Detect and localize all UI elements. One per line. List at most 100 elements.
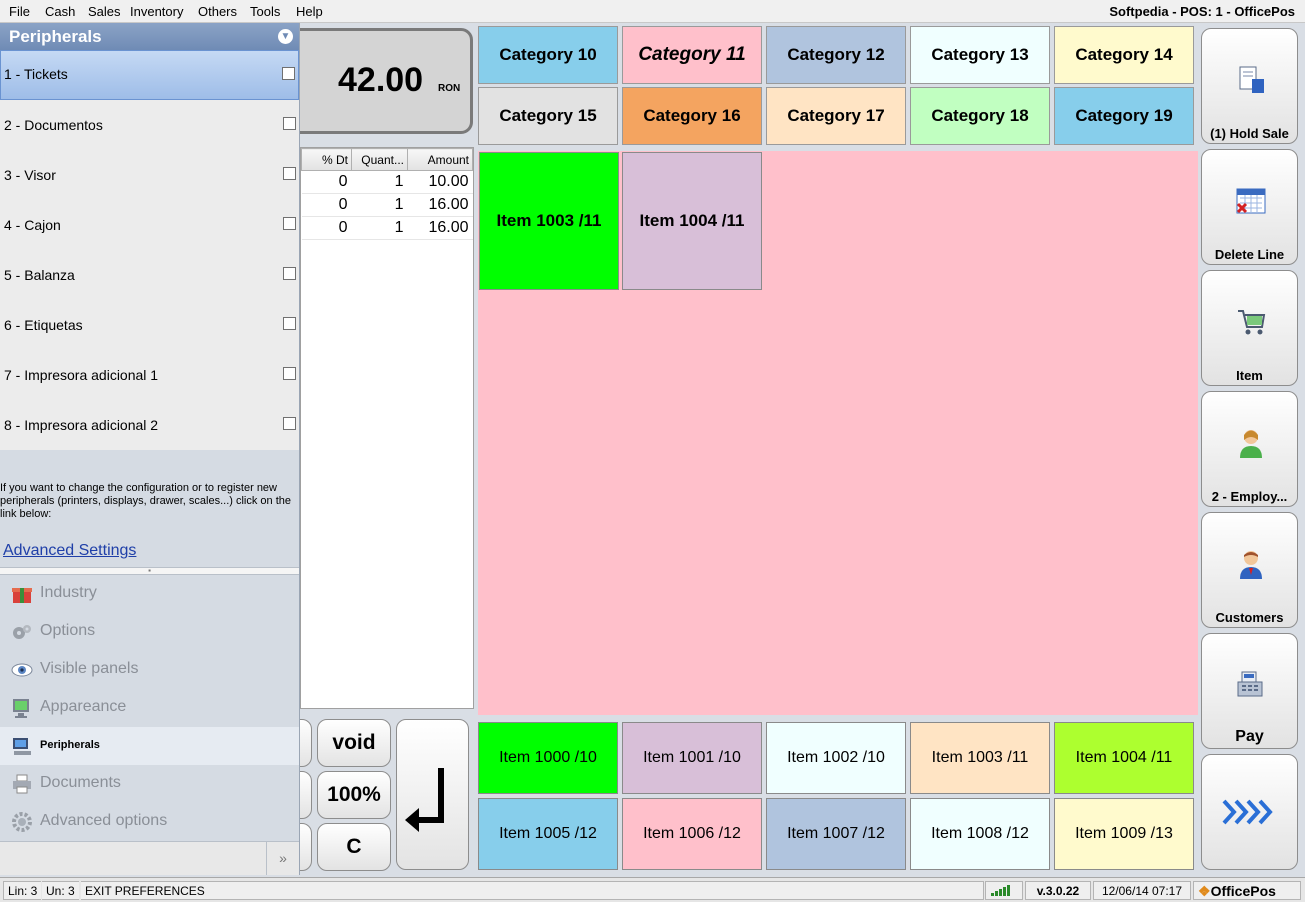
category-12[interactable]: Category 12 [766, 26, 906, 84]
collapse-icon[interactable]: ▼ [278, 29, 293, 44]
hold-sale-button[interactable]: (1) Hold Sale [1201, 28, 1298, 144]
table-row[interactable]: 0 1 16.00 [301, 193, 473, 217]
hold-sale-icon [1239, 66, 1264, 93]
peripheral-checkbox[interactable] [282, 67, 295, 80]
quick-item-button[interactable]: Item 1003 /11 [910, 722, 1050, 794]
status-units: Un: 3 [42, 881, 79, 900]
peripheral-item-visor[interactable]: 3 - Visor [0, 150, 299, 200]
col-amount[interactable]: Amount [407, 148, 473, 171]
nav-advanced-options[interactable]: Advanced options [0, 803, 299, 841]
nav-visible-panels[interactable]: Visible panels [0, 651, 299, 689]
category-19[interactable]: Category 19 [1054, 87, 1194, 145]
peripherals-panel: Peripherals ▼ 1 - Tickets 2 - Documentos… [0, 23, 300, 875]
action-label: 2 - Employ... [1211, 489, 1288, 504]
category-14[interactable]: Category 14 [1054, 26, 1194, 84]
nav-peripherals[interactable]: Peripherals [0, 727, 299, 765]
percent-button[interactable]: 100% [317, 771, 391, 819]
item-button[interactable]: Item [1201, 270, 1298, 386]
cell-discount: 0 [301, 170, 352, 194]
col-discount[interactable]: % Dt [301, 148, 352, 171]
quick-item-button[interactable]: Item 1000 /10 [478, 722, 618, 794]
nav-label: Industry [40, 584, 97, 601]
nav-label: Options [40, 622, 96, 639]
monitor-icon [13, 699, 29, 718]
quick-item-button[interactable]: Item 1006 /12 [622, 798, 762, 870]
action-label: Delete Line [1214, 247, 1285, 262]
col-quantity[interactable]: Quant... [351, 148, 408, 171]
peripheral-item-documentos[interactable]: 2 - Documentos [0, 100, 299, 150]
status-message: EXIT PREFERENCES [81, 881, 984, 900]
peripherals-info-text: If you want to change the configuration … [0, 482, 292, 520]
menu-help[interactable]: Help [296, 4, 323, 19]
category-18[interactable]: Category 18 [910, 87, 1050, 145]
delete-line-button[interactable]: Delete Line [1201, 149, 1298, 265]
category-13[interactable]: Category 13 [910, 26, 1050, 84]
peripheral-checkbox[interactable] [283, 117, 296, 130]
peripheral-checkbox[interactable] [283, 417, 296, 430]
peripheral-item-cajon[interactable]: 4 - Cajon [0, 200, 299, 250]
status-version: v.3.0.22 [1025, 881, 1091, 900]
table-row[interactable]: 0 1 16.00 [301, 216, 473, 240]
quick-item-button[interactable]: Item 1004 /11 [1054, 722, 1194, 794]
item-button[interactable]: Item 1003 /11 [479, 152, 619, 290]
nav-appareance[interactable]: Appareance [0, 689, 299, 727]
peripheral-checkbox[interactable] [283, 167, 296, 180]
nav-documents[interactable]: Documents [0, 765, 299, 803]
table-row[interactable]: 0 1 10.00 [301, 170, 473, 194]
action-label: Customers [1215, 610, 1284, 625]
expand-more-button[interactable]: » [266, 842, 299, 875]
nav-label: Documents [40, 774, 121, 791]
menu-file[interactable]: File [9, 4, 30, 19]
quick-item-button[interactable]: Item 1008 /12 [910, 798, 1050, 870]
customers-button[interactable]: Customers [1201, 512, 1298, 628]
category-10[interactable]: Category 10 [478, 26, 618, 84]
enter-button[interactable] [396, 719, 469, 870]
nav-options[interactable]: Options [0, 613, 299, 651]
category-16[interactable]: Category 16 [622, 87, 762, 145]
menu-tools[interactable]: Tools [250, 4, 280, 19]
peripheral-checkbox[interactable] [283, 317, 296, 330]
menu-others[interactable]: Others [198, 4, 237, 19]
peripheral-item-etiquetas[interactable]: 6 - Etiquetas [0, 300, 299, 350]
peripheral-checkbox[interactable] [283, 267, 296, 280]
peripheral-item-impresora-2[interactable]: 8 - Impresora adicional 2 [0, 400, 299, 450]
nav-label: Visible panels [40, 660, 139, 677]
peripheral-item-tickets[interactable]: 1 - Tickets [0, 50, 299, 100]
peripheral-label: 3 - Visor [4, 167, 56, 183]
quick-item-button[interactable]: Item 1009 /13 [1054, 798, 1194, 870]
category-15[interactable]: Category 15 [478, 87, 618, 145]
peripheral-label: 6 - Etiquetas [4, 317, 83, 333]
menu-inventory[interactable]: Inventory [130, 4, 183, 19]
category-11[interactable]: Category 11 [622, 26, 762, 84]
quick-item-button[interactable]: Item 1001 /10 [622, 722, 762, 794]
void-button[interactable]: void [317, 719, 391, 767]
menu-sales[interactable]: Sales [88, 4, 121, 19]
employee-button[interactable]: 2 - Employ... [1201, 391, 1298, 507]
cell-amount: 10.00 [407, 170, 473, 194]
computer-icon [13, 738, 31, 755]
item-button[interactable]: Item 1004 /11 [622, 152, 762, 290]
pay-button[interactable]: Pay [1201, 633, 1298, 749]
peripheral-item-balanza[interactable]: 5 - Balanza [0, 250, 299, 300]
nav-industry[interactable]: Industry [0, 575, 299, 613]
advanced-settings-link[interactable]: Advanced Settings [0, 542, 299, 567]
peripheral-item-impresora-1[interactable]: 7 - Impresora adicional 1 [0, 350, 299, 400]
quick-item-button[interactable]: Item 1002 /10 [766, 722, 906, 794]
cart-icon [1238, 310, 1266, 335]
action-label: Item [1236, 368, 1263, 383]
peripheral-checkbox[interactable] [283, 367, 296, 380]
ticket-header-row: % Dt Quant... Amount [301, 148, 473, 171]
quick-item-button[interactable]: Item 1005 /12 [478, 798, 618, 870]
cell-discount: 0 [301, 193, 352, 217]
status-bar: Lin: 3 Un: 3 EXIT PREFERENCES v.3.0.22 1… [0, 877, 1305, 902]
category-17[interactable]: Category 17 [766, 87, 906, 145]
quick-item-button[interactable]: Item 1007 /12 [766, 798, 906, 870]
next-button[interactable] [1201, 754, 1298, 870]
clear-button[interactable]: C [317, 823, 391, 871]
item-grid: Item 1003 /11 Item 1004 /11 [478, 151, 1198, 715]
peripheral-checkbox[interactable] [283, 217, 296, 230]
peripheral-label: 1 - Tickets [4, 66, 68, 82]
menu-cash[interactable]: Cash [45, 4, 75, 19]
peripheral-list: 1 - Tickets 2 - Documentos 3 - Visor 4 -… [0, 50, 299, 450]
panel-splitter[interactable]: ▪ [0, 567, 299, 575]
